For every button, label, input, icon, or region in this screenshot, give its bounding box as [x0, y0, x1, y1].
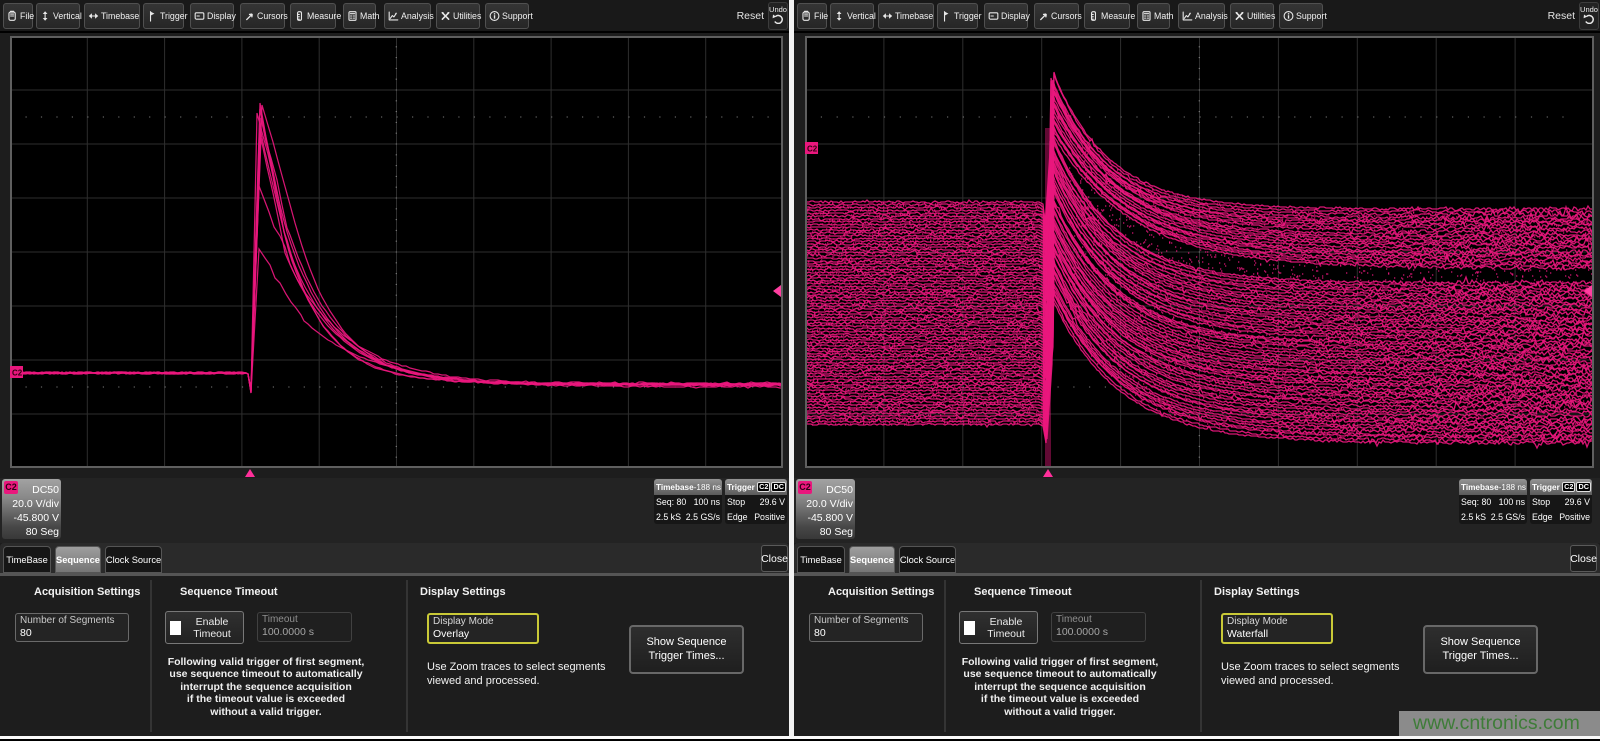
- svg-text:C2: C2: [807, 145, 818, 154]
- svg-text:C2: C2: [12, 369, 23, 378]
